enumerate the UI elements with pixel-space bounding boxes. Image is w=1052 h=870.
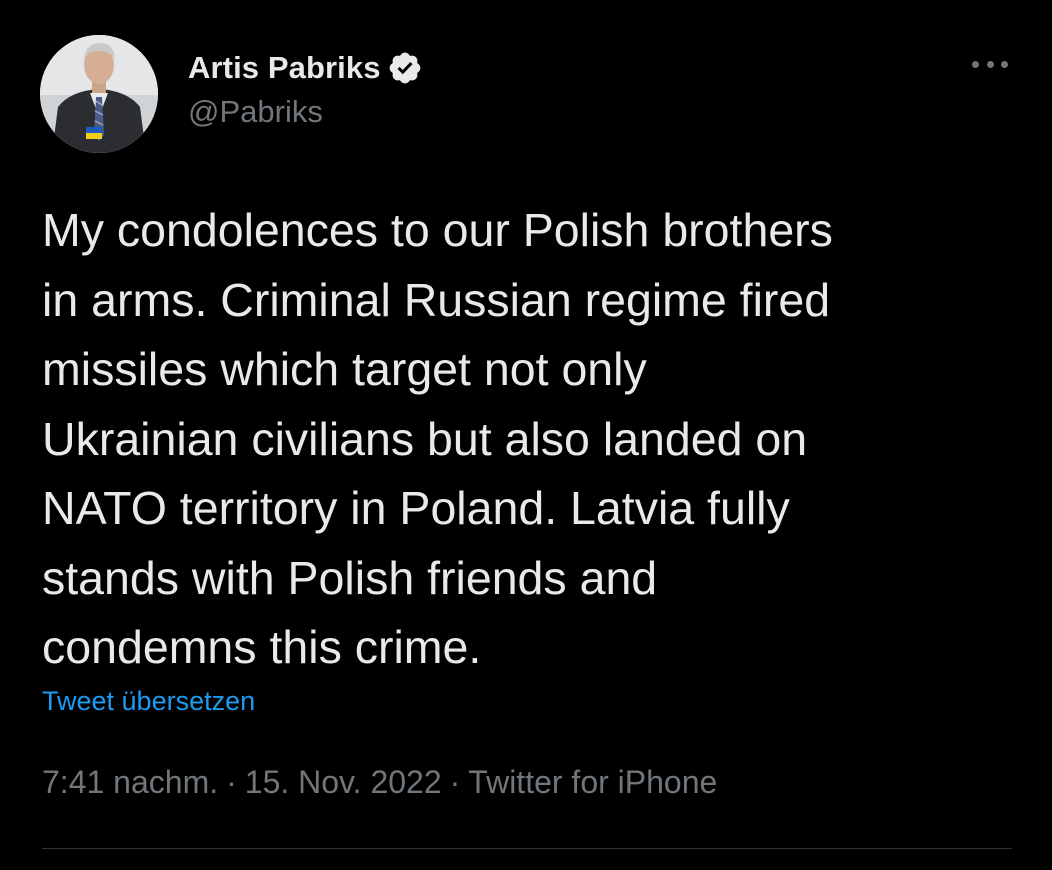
tweet-date[interactable]: 15. Nov. 2022 <box>245 764 442 800</box>
meta-separator: · <box>449 764 461 800</box>
more-options-icon[interactable] <box>972 52 1008 76</box>
tweet-meta: 7:41 nachm. · 15. Nov. 2022 · Twitter for iP… <box>42 764 717 801</box>
tweet-time[interactable]: 7:41 nachm. <box>42 764 218 800</box>
tweet-source[interactable]: Twitter for iPhone <box>468 764 717 800</box>
author-info: Artis Pabriks @Pabriks <box>188 46 423 130</box>
verified-badge-icon <box>387 50 423 86</box>
tweet-text: My condolences to our Polish brothers in… <box>42 204 833 673</box>
author-name-row: Artis Pabriks <box>188 46 423 90</box>
meta-separator: · <box>226 764 237 800</box>
translate-tweet-link[interactable]: Tweet übersetzen <box>42 686 255 717</box>
author-display-name[interactable]: Artis Pabriks <box>188 50 381 86</box>
avatar[interactable] <box>40 35 158 153</box>
author-handle[interactable]: @Pabriks <box>188 94 423 130</box>
divider <box>42 848 1012 849</box>
profile-photo-icon <box>40 35 158 153</box>
tweet-detail: Artis Pabriks @Pabriks My condolences to… <box>0 0 1052 870</box>
